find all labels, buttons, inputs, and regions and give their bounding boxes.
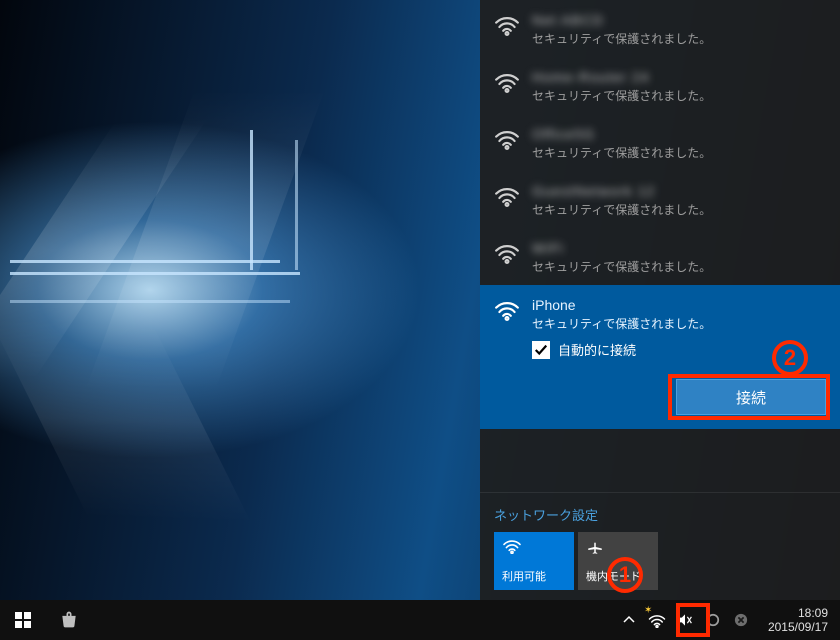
wifi-icon (494, 242, 520, 264)
tray-volume-icon[interactable] (676, 611, 694, 629)
wifi-icon (494, 71, 520, 93)
network-subtitle: セキュリティで保護されました。 (532, 315, 826, 332)
start-button[interactable] (0, 600, 46, 640)
system-tray: ✶ 18:09 2015/09/17 (620, 606, 840, 634)
connect-row: 接続 (480, 369, 840, 429)
network-item[interactable]: Net ABCD セキュリティで保護されました。 (480, 0, 840, 57)
auto-connect-checkbox[interactable] (532, 341, 550, 359)
network-subtitle: セキュリティで保護されました。 (532, 258, 826, 275)
auto-connect-label: 自動的に接続 (558, 340, 636, 359)
wifi-icon (494, 299, 520, 321)
airplane-icon (586, 538, 650, 556)
network-item[interactable]: Office5G セキュリティで保護されました。 (480, 114, 840, 171)
network-item[interactable]: Home-Router 24 セキュリティで保護されました。 (480, 57, 840, 114)
network-settings-title[interactable]: ネットワーク設定 (480, 492, 840, 532)
tile-airplane-label: 機内モード (586, 568, 650, 584)
tray-icon-a[interactable] (704, 611, 722, 629)
clock-time: 18:09 (768, 606, 828, 620)
network-ssid-hidden: WiFi (532, 240, 564, 256)
taskbar-app-store[interactable] (46, 600, 92, 640)
network-ssid-hidden: GuestNetwork 12 (532, 183, 655, 199)
wifi-icon (494, 14, 520, 36)
network-subtitle: セキュリティで保護されました。 (532, 144, 826, 161)
network-ssid-hidden: Home-Router 24 (532, 69, 650, 85)
tray-icon-b[interactable] (732, 611, 750, 629)
network-subtitle: セキュリティで保護されました。 (532, 87, 826, 104)
taskbar-clock[interactable]: 18:09 2015/09/17 (760, 606, 836, 634)
network-item[interactable]: GuestNetwork 12 セキュリティで保護されました。 (480, 171, 840, 228)
network-ssid: iPhone (532, 297, 576, 313)
wifi-available-star-icon: ✶ (644, 605, 652, 616)
network-ssid-hidden: Office5G (532, 126, 595, 142)
network-list: Net ABCD セキュリティで保護されました。 Home-Router 24 … (480, 0, 840, 492)
tile-wifi-label: 利用可能 (502, 568, 566, 584)
wifi-icon (502, 538, 566, 556)
tray-wifi-icon[interactable]: ✶ (648, 611, 666, 629)
network-subtitle: セキュリティで保護されました。 (532, 30, 826, 47)
network-ssid-hidden: Net ABCD (532, 12, 604, 28)
network-flyout: Net ABCD セキュリティで保護されました。 Home-Router 24 … (480, 0, 840, 600)
tile-wifi[interactable]: 利用可能 (494, 532, 574, 590)
network-item-selected[interactable]: iPhone セキュリティで保護されました。 自動的に接続 (480, 285, 840, 369)
clock-date: 2015/09/17 (768, 620, 828, 634)
wifi-icon (494, 185, 520, 207)
taskbar: ✶ 18:09 2015/09/17 (0, 600, 840, 640)
network-subtitle: セキュリティで保護されました。 (532, 201, 826, 218)
tile-airplane-mode[interactable]: 機内モード (578, 532, 658, 590)
tray-chevron-up-icon[interactable] (620, 611, 638, 629)
wifi-icon (494, 128, 520, 150)
quick-action-tiles: 利用可能 機内モード (480, 532, 840, 600)
connect-button[interactable]: 接続 (676, 379, 826, 415)
network-item[interactable]: WiFi セキュリティで保護されました。 (480, 228, 840, 285)
